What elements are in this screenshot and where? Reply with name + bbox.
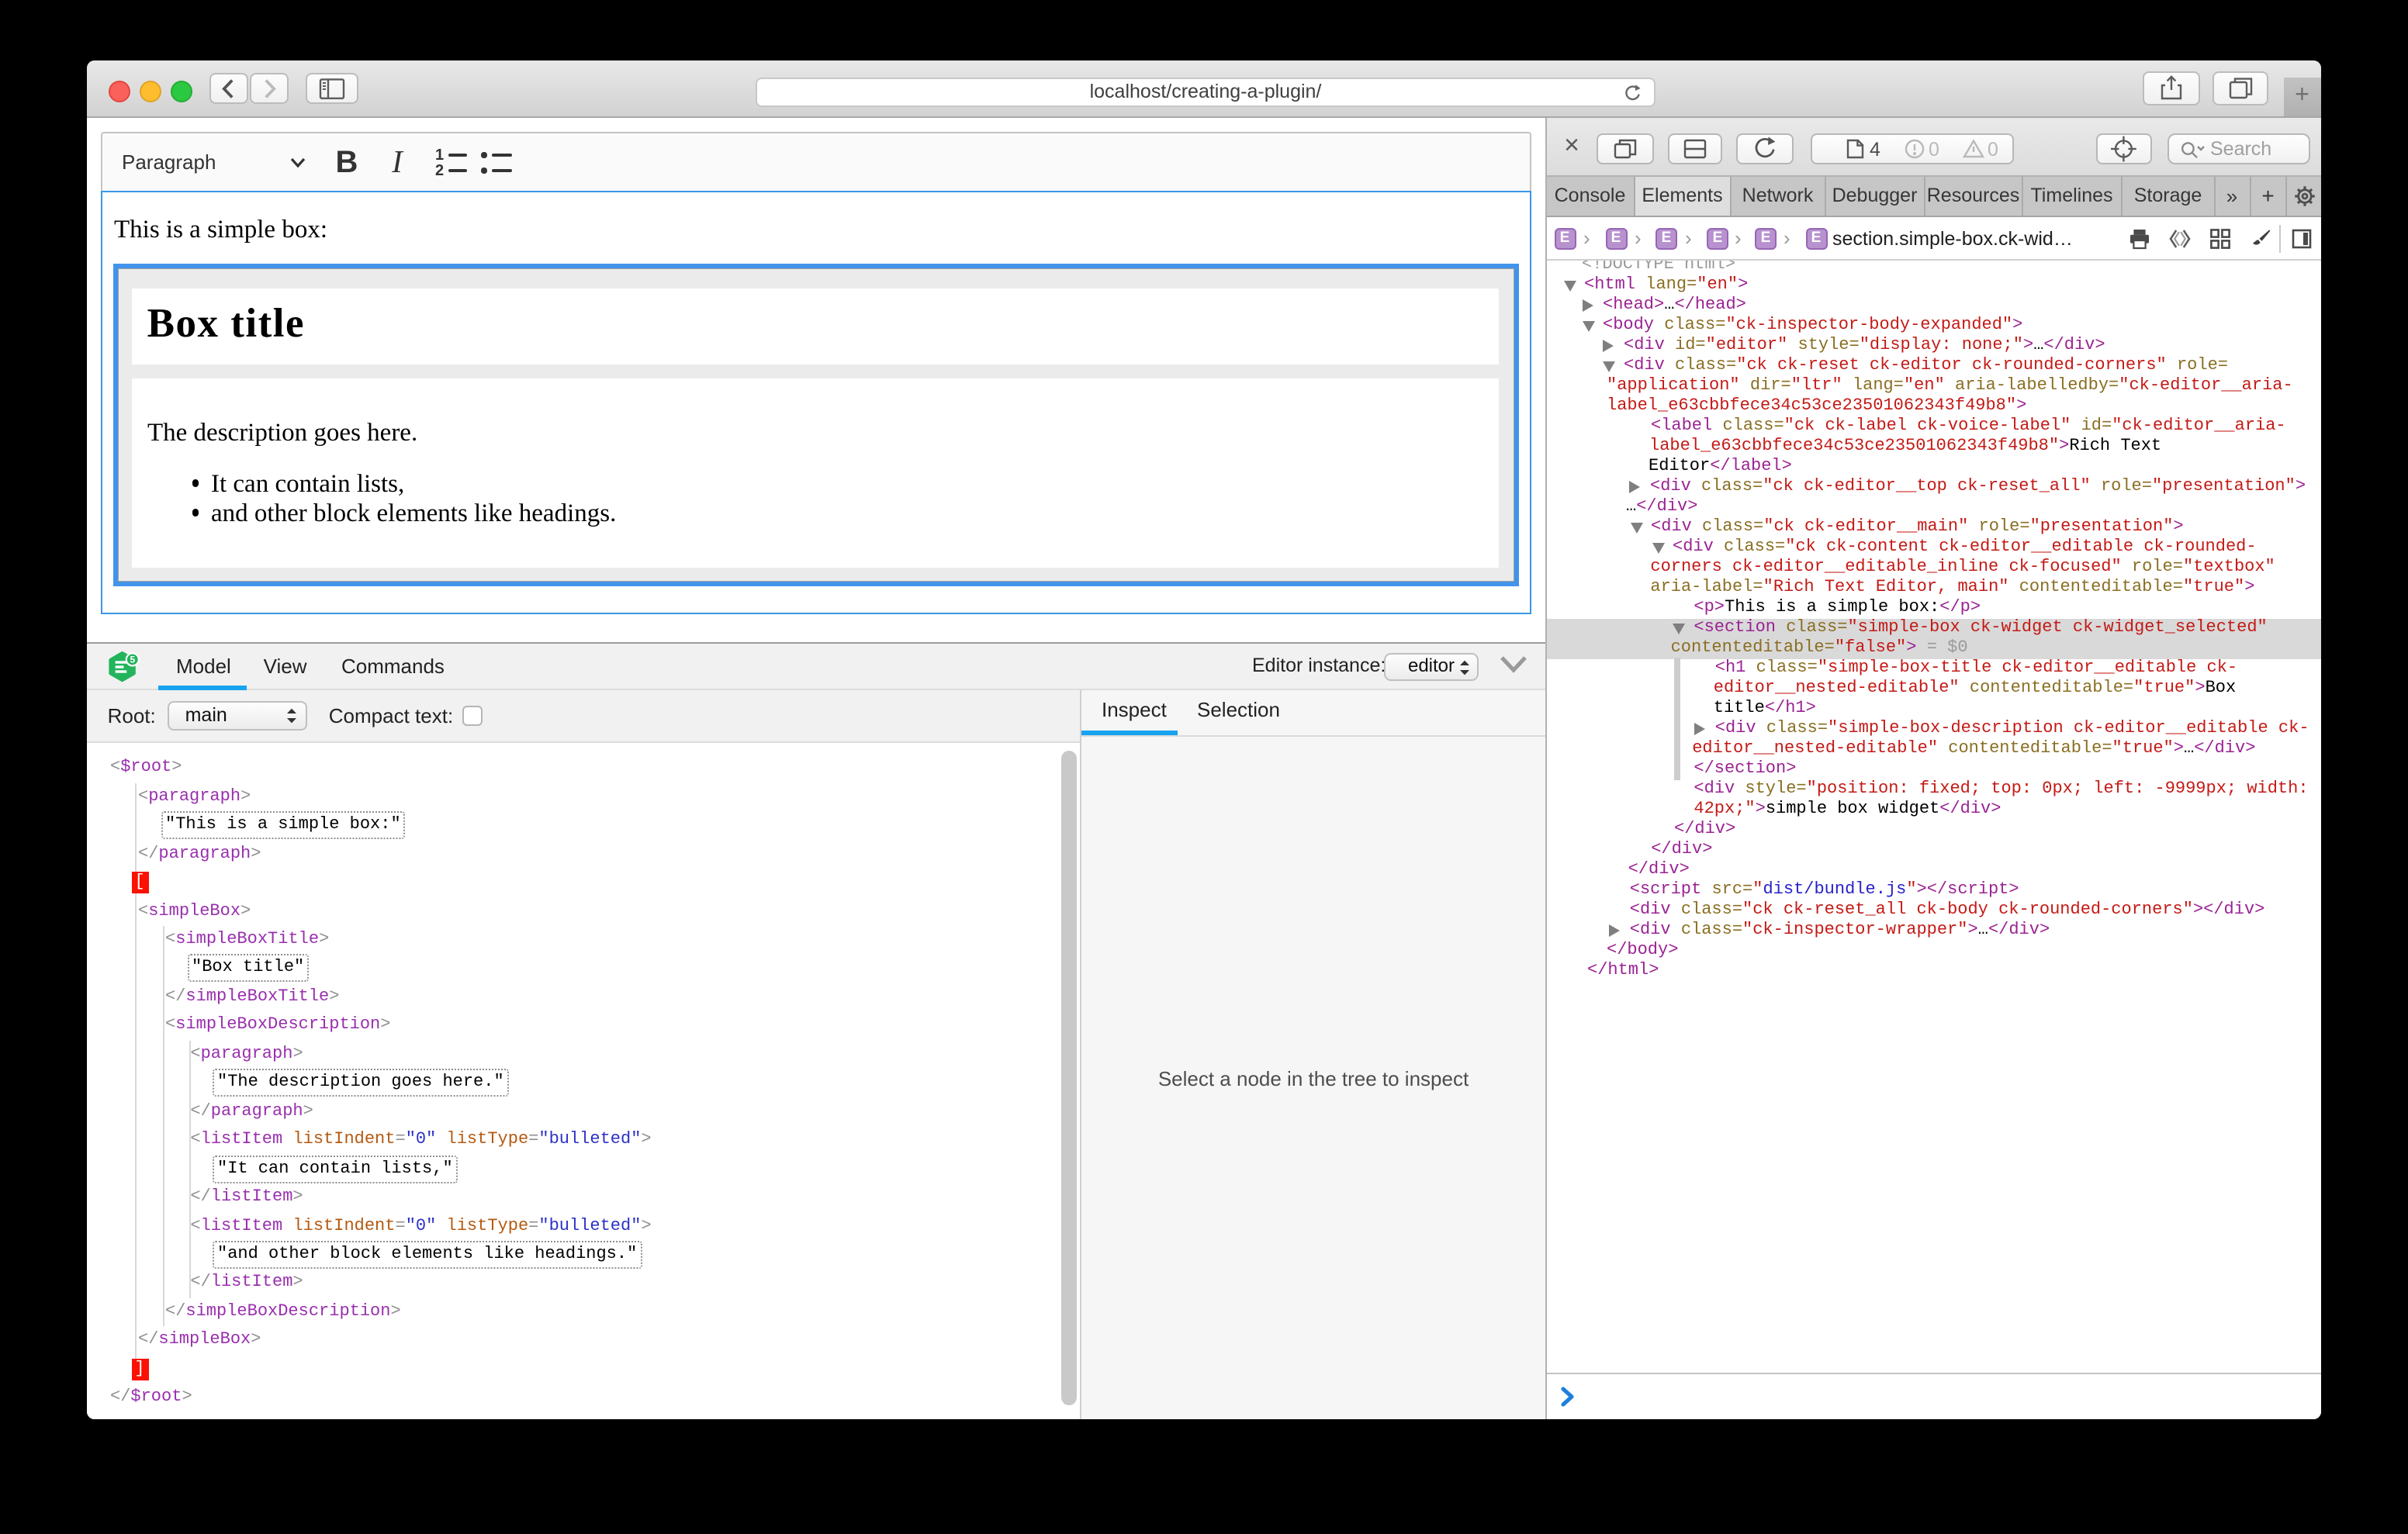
svg-text:0: 0 bbox=[1988, 139, 1998, 161]
svg-text:5: 5 bbox=[130, 654, 136, 665]
svg-text:0: 0 bbox=[1929, 139, 1939, 161]
svg-text:4: 4 bbox=[1870, 139, 1880, 161]
